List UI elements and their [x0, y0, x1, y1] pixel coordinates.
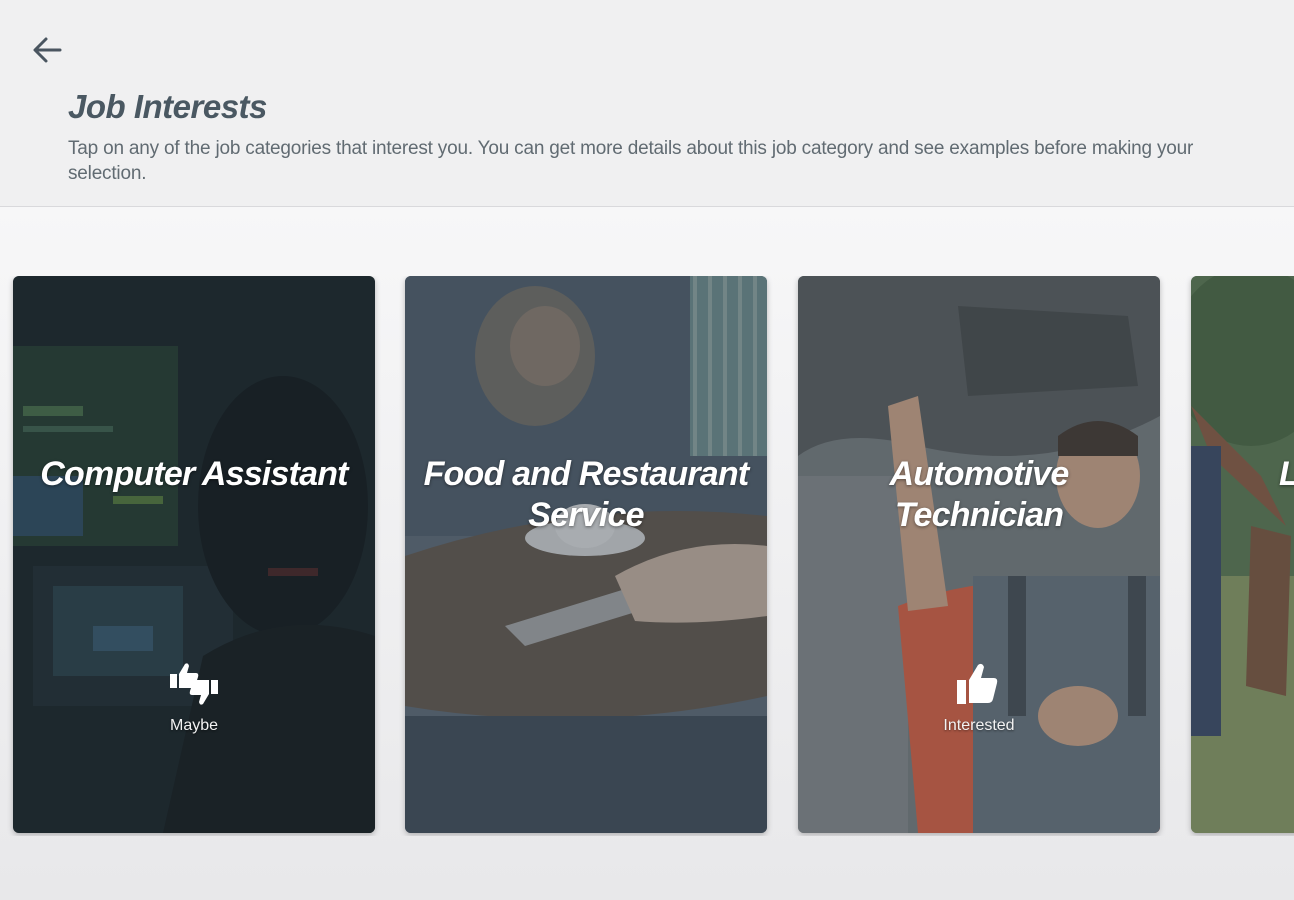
thumbs-up-icon [951, 660, 1007, 708]
page-description: Tap on any of the job categories that in… [68, 138, 1194, 184]
thumbs-up-down-icon [166, 660, 222, 708]
card-overlay [798, 276, 1160, 833]
job-card-automotive-technician[interactable]: Automotive Technician Interested [798, 276, 1160, 833]
job-card-food-and-restaurant-service[interactable]: Food and Restaurant Service [405, 276, 767, 833]
card-overlay [1191, 276, 1294, 833]
header: Job Interests Tap on any of the job cate… [0, 0, 1294, 207]
page-title: Job Interests [68, 88, 267, 125]
card-title: Computer Assistant [40, 455, 348, 493]
arrow-left-icon [33, 37, 62, 63]
card-title: Food and Restaurant Service [423, 455, 750, 534]
card-status[interactable]: Interested [798, 660, 1160, 735]
job-card-computer-assistant[interactable]: Computer Assistant Maybe [13, 276, 375, 833]
card-title: L [1191, 454, 1294, 495]
back-button[interactable] [26, 28, 70, 72]
card-overlay [13, 276, 375, 833]
card-overlay [405, 276, 767, 833]
job-card-partial[interactable]: L [1191, 276, 1294, 833]
card-status[interactable]: Maybe [13, 660, 375, 735]
status-label: Maybe [169, 717, 219, 734]
card-title: Automotive Technician [889, 455, 1069, 534]
status-label: Interested [943, 717, 1015, 734]
job-category-carousel[interactable]: Computer Assistant Maybe Food and Restau… [0, 276, 1294, 836]
